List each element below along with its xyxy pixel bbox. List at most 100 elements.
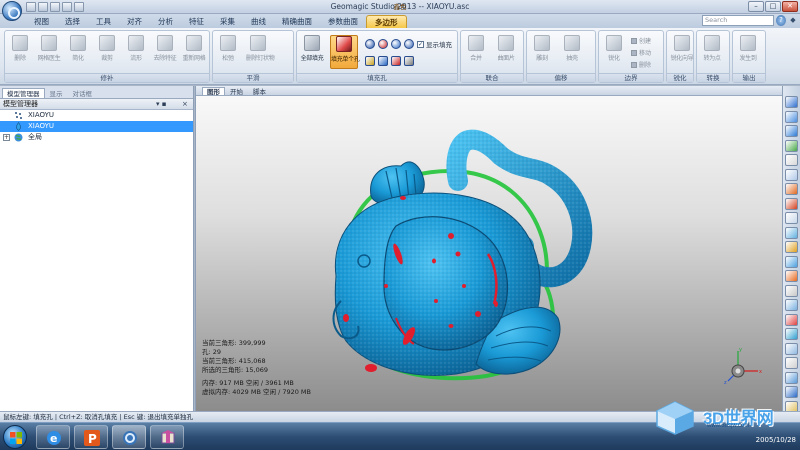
ribbon-button-0-3[interactable]: 裁剪 xyxy=(95,35,119,69)
fill-option-icon-3[interactable] xyxy=(404,56,414,66)
view-tool-icon-11[interactable] xyxy=(785,255,798,268)
search-input[interactable]: Search xyxy=(702,15,774,26)
view-tool-icon-20[interactable] xyxy=(785,386,798,398)
view-tool-icon-15[interactable] xyxy=(785,313,798,326)
view-tool-icon-3[interactable] xyxy=(785,139,798,152)
panel-pin-icon[interactable]: ▾ ▪ xyxy=(156,99,166,109)
tree-item-label: XIAOYU xyxy=(28,111,55,119)
view-tool-icon-12[interactable] xyxy=(785,270,798,282)
tab-1[interactable]: 选择 xyxy=(57,15,88,28)
checkbox-check-icon: ✓ xyxy=(417,40,424,48)
taskbar-geomagic-button[interactable] xyxy=(112,425,146,449)
taskbar-powerpoint-button[interactable]: P xyxy=(74,425,108,449)
watermark-url: www.3dsjw.com xyxy=(707,423,750,429)
view-tool-icon-5[interactable] xyxy=(785,168,798,181)
ribbon-button-label: 删除钉状物 xyxy=(246,55,275,62)
view-tool-icon-8[interactable] xyxy=(785,212,798,224)
ribbon-button-label: 发生到 xyxy=(739,55,757,62)
tab-7[interactable]: 曲线 xyxy=(243,15,274,28)
boundary-small-button-0[interactable]: 创建 xyxy=(631,36,651,45)
ribbon-button-7-0[interactable]: 转为点 xyxy=(700,35,724,69)
view-tool-icon-19[interactable] xyxy=(785,371,798,384)
ribbon-tab-row: 鑫色 视图 选择 工具 对齐 分析 特征 采集 曲线 精确曲面 参数曲面 多边形 Search ? … xyxy=(0,3,800,28)
fill-mode-icon-3[interactable] xyxy=(404,39,414,49)
view-tool-icon-2[interactable] xyxy=(785,125,798,137)
view-tool-icon-1[interactable] xyxy=(785,110,798,123)
ribbon-group-label: 锐化 xyxy=(667,73,693,82)
triad-center xyxy=(735,368,741,374)
tab-5[interactable]: 特征 xyxy=(181,15,212,28)
ribbon-button-label: 重新网格 xyxy=(182,55,206,62)
view-tool-icon-14[interactable] xyxy=(785,299,798,311)
ribbon-button-2-0[interactable]: 全部填充 xyxy=(300,35,324,69)
application-menu-button[interactable] xyxy=(2,1,22,21)
fill-option-icon-0[interactable] xyxy=(365,56,375,66)
view-tool-icon-16[interactable] xyxy=(785,328,798,340)
panel-header: 模型管理器 ▾ ▪ × xyxy=(0,99,193,110)
fill-mode-icon-2[interactable] xyxy=(391,39,401,49)
view-tool-icon-9[interactable] xyxy=(785,226,798,239)
tab-2[interactable]: 工具 xyxy=(88,15,119,28)
taskbar-app-button[interactable] xyxy=(150,425,184,449)
z-axis-label: z xyxy=(724,380,727,385)
start-button[interactable] xyxy=(3,425,27,449)
taskbar-ie-button[interactable]: e xyxy=(36,425,70,449)
view-tool-icon-4[interactable] xyxy=(785,154,798,166)
panel-close-icon[interactable]: × xyxy=(182,99,188,109)
fill-mode-icon-0[interactable] xyxy=(365,39,375,49)
ribbon-button-0-5[interactable]: 去除特征 xyxy=(153,35,177,69)
fill-option-icon-1[interactable] xyxy=(378,56,388,66)
tab-10[interactable]: 多边形 xyxy=(366,15,407,28)
panel-tab-2[interactable]: 对话框 xyxy=(68,88,98,98)
tree-item[interactable]: XIAOYU xyxy=(0,121,193,132)
ribbon-button-4-1[interactable]: 抽壳 xyxy=(560,35,584,69)
tree-expand-icon[interactable]: + xyxy=(3,134,10,141)
ribbon-tool-icon xyxy=(534,35,550,51)
help-icon[interactable]: ? xyxy=(776,15,786,26)
ribbon-button-0-1[interactable]: 网格医生 xyxy=(37,35,61,69)
ribbon-button-0-4[interactable]: 流形 xyxy=(124,35,148,69)
view-tool-icon-7[interactable] xyxy=(785,197,798,210)
x-axis-label: x xyxy=(759,369,762,375)
ribbon-button-0-0[interactable]: 删除 xyxy=(8,35,32,69)
tab-4[interactable]: 分析 xyxy=(150,15,181,28)
show-fill-checkbox[interactable]: ✓ 显示填充 xyxy=(417,39,452,49)
tab-0[interactable]: 视图 xyxy=(26,15,57,28)
ribbon-button-8-0[interactable]: 发生到 xyxy=(736,35,760,69)
ribbon-button-3-0[interactable]: 合并 xyxy=(464,35,488,69)
fill-option-icon-2[interactable] xyxy=(391,56,401,66)
view-tool-icon-10[interactable] xyxy=(785,241,798,253)
tree-item[interactable]: XIAOYU xyxy=(0,110,193,121)
ribbon-button-3-1[interactable]: 曲面片 xyxy=(494,35,518,69)
boundary-small-button-1[interactable]: 移动 xyxy=(631,48,651,57)
ribbon-group-4: 雕刻 抽壳 偏移 xyxy=(526,30,596,83)
tab-9[interactable]: 参数曲面 xyxy=(320,15,366,28)
ribbon-button-0-2[interactable]: 简化 xyxy=(66,35,90,69)
graphics-viewport[interactable]: 图形 开始 脚本 当前三角形: 399,999 孔: 29 当前三角形: 415… xyxy=(195,86,782,411)
ribbon-button-1-0[interactable]: 松弛 xyxy=(216,35,240,69)
ribbon-button-1-1[interactable]: 删除钉状物 xyxy=(246,35,275,69)
tab-8[interactable]: 精确曲面 xyxy=(274,15,320,28)
ribbon-button-4-0[interactable]: 雕刻 xyxy=(530,35,554,69)
view-tool-icon-0[interactable] xyxy=(785,96,798,108)
options-icon[interactable]: ◆ xyxy=(788,15,798,26)
view-tool-icon-17[interactable] xyxy=(785,342,798,355)
ribbon-button-label: 锐化 xyxy=(608,55,620,62)
panel-tab-1[interactable]: 显示 xyxy=(45,88,68,98)
panel-tab-0[interactable]: 模型管理器 xyxy=(2,88,45,98)
ribbon-tool-icon xyxy=(674,35,690,51)
ribbon-button-0-6[interactable]: 重新网格 xyxy=(182,35,206,69)
view-tool-icon-13[interactable] xyxy=(785,284,798,297)
view-tool-icon-6[interactable] xyxy=(785,183,798,195)
tab-3[interactable]: 对齐 xyxy=(119,15,150,28)
view-tool-icon-18[interactable] xyxy=(785,357,798,369)
ribbon-tool-icon xyxy=(186,35,202,51)
tree-item[interactable]: + 全局 xyxy=(0,132,193,143)
fill-mode-icon-1[interactable] xyxy=(378,39,388,49)
boundary-small-button-2[interactable]: 删除 xyxy=(631,60,651,69)
ribbon-button-5-0[interactable]: 锐化 xyxy=(602,35,626,69)
ribbon-button-2-1[interactable]: 填充单个孔 xyxy=(330,35,360,69)
ribbon-button-6-0[interactable]: 锐化向导 xyxy=(670,35,694,69)
svg-text:e: e xyxy=(50,432,57,445)
tab-6[interactable]: 采集 xyxy=(212,15,243,28)
